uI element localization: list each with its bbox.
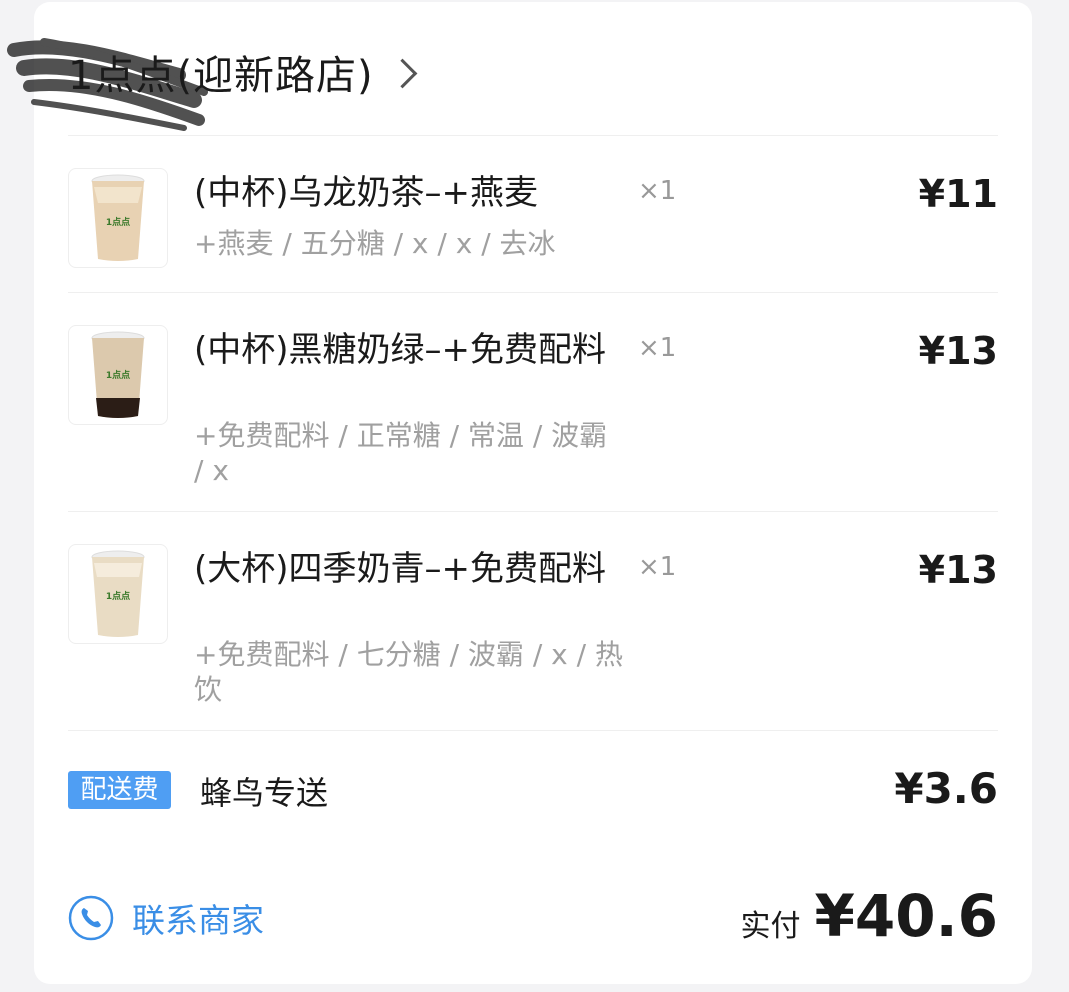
item-options: +免费配料 / 七分糖 / 波霸 / x / 热饮 [194,638,623,706]
delivery-fee-badge: 配送费 [68,771,171,809]
divider [68,292,998,293]
item-options: +免费配料 / 正常糖 / 常温 / 波霸 / x [194,419,608,487]
total-label: 实付 [740,909,801,944]
shop-header[interactable]: 1点点(迎新路店) [68,42,418,102]
product-thumbnail: 1点点 [68,325,168,425]
product-thumbnail: 1点点 [68,544,168,644]
milk-tea-cup-icon: 1点点 [91,174,145,261]
delivery-fee-price: ¥3.6 [894,764,998,813]
chevron-right-icon[interactable] [387,58,418,88]
item-options: +燕麦 / 五分糖 / x / x / 去冰 [194,227,556,260]
svg-text:1点点: 1点点 [106,369,130,381]
item-price: ¥13 [918,548,998,592]
item-quantity: ×1 [638,333,677,363]
milk-tea-cup-icon: 1点点 [91,331,145,418]
divider [68,511,998,512]
milk-tea-cup-icon: 1点点 [91,550,145,637]
item-name: (大杯)四季奶青–+免费配料 [194,549,607,589]
item-name: (中杯)乌龙奶茶–+燕麦 [194,173,539,213]
item-quantity: ×1 [638,552,677,582]
phone-icon [68,895,114,941]
shop-name[interactable]: 1点点(迎新路店) [68,43,374,101]
delivery-service: 蜂鸟专送 [200,774,329,812]
item-quantity: ×1 [638,176,677,206]
divider [68,135,998,136]
svg-text:1点点: 1点点 [106,216,130,228]
item-price: ¥11 [918,172,998,216]
product-thumbnail: 1点点 [68,168,168,268]
total-paid: 实付 ¥40.6 [741,882,998,950]
contact-merchant-button[interactable]: 联系商家 [68,894,264,942]
total-value: ¥40.6 [814,882,998,950]
svg-text:1点点: 1点点 [106,590,130,602]
contact-merchant-label[interactable]: 联系商家 [132,894,264,942]
divider [68,730,998,731]
order-card: 1点点(迎新路店) 1点点 (中杯)乌龙奶茶–+燕麦 ×1 ¥11 +燕麦 / … [7,2,1032,984]
item-name: (中杯)黑糖奶绿–+免费配料 [194,330,607,370]
item-price: ¥13 [918,329,998,373]
